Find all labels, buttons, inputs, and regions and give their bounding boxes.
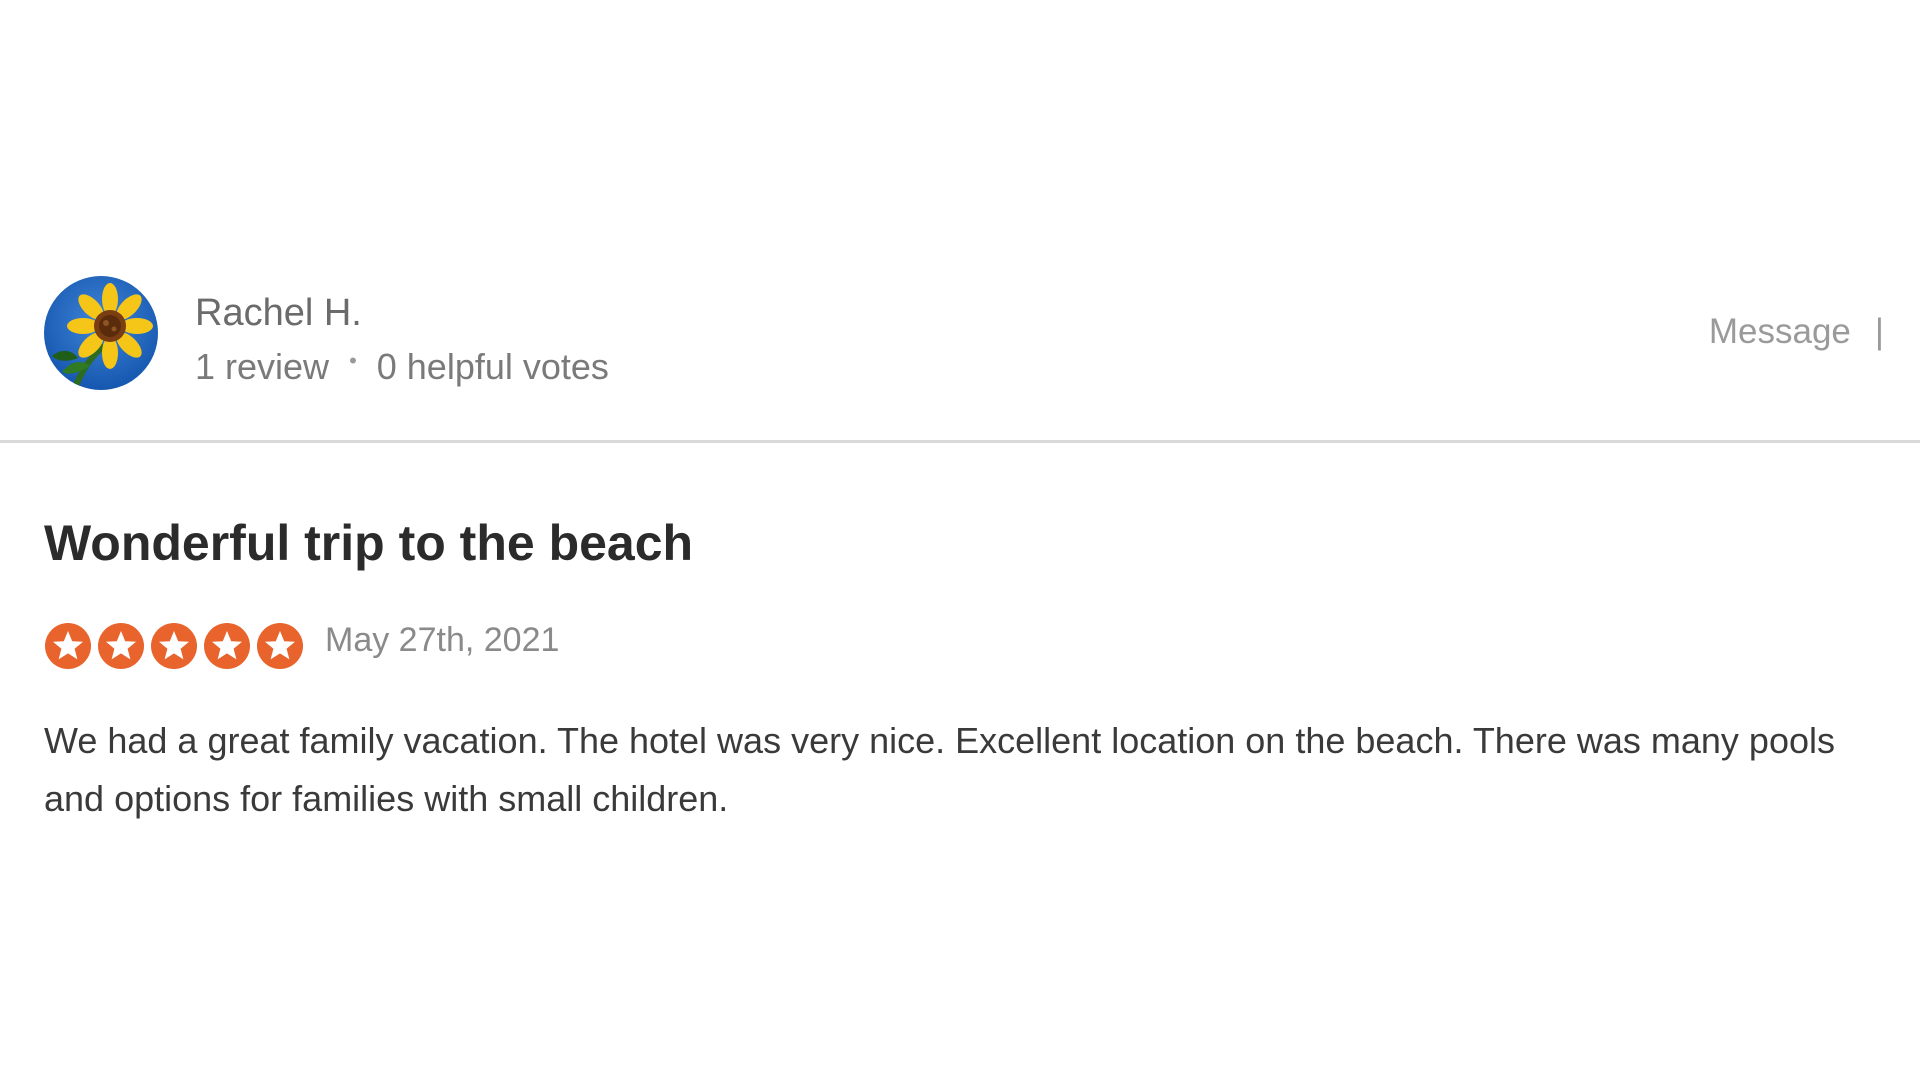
star-icon — [150, 622, 198, 670]
review-body: We had a great family vacation. The hote… — [44, 720, 1835, 819]
star-icon — [97, 622, 145, 670]
reviewer-actions: Message | — [1709, 312, 1884, 352]
rating-row: May 27th, 2021 — [44, 621, 559, 671]
divider — [0, 440, 1920, 443]
stats-separator: • — [349, 348, 357, 373]
avatar[interactable] — [44, 276, 158, 390]
star-icon — [44, 622, 92, 670]
sunflower-avatar-icon — [44, 276, 158, 390]
message-link[interactable]: Message — [1709, 312, 1851, 352]
review-card: Rachel H. 1 review • 0 helpful votes Mes… — [0, 0, 1920, 1080]
reviewer-stats: 1 review • 0 helpful votes — [195, 346, 609, 388]
review-count: 1 review — [195, 346, 330, 387]
star-rating — [44, 622, 309, 670]
star-icon — [256, 622, 304, 670]
reviewer-profile: Rachel H. 1 review • 0 helpful votes Mes… — [44, 276, 1884, 394]
star-icon — [203, 622, 251, 670]
review-title: Wonderful trip to the beach — [44, 515, 694, 571]
helpful-votes-count: 0 helpful votes — [376, 346, 609, 387]
reviewer-name[interactable]: Rachel H. — [195, 292, 362, 335]
review-date: May 27th, 2021 — [325, 620, 560, 659]
actions-separator: | — [1874, 312, 1884, 351]
